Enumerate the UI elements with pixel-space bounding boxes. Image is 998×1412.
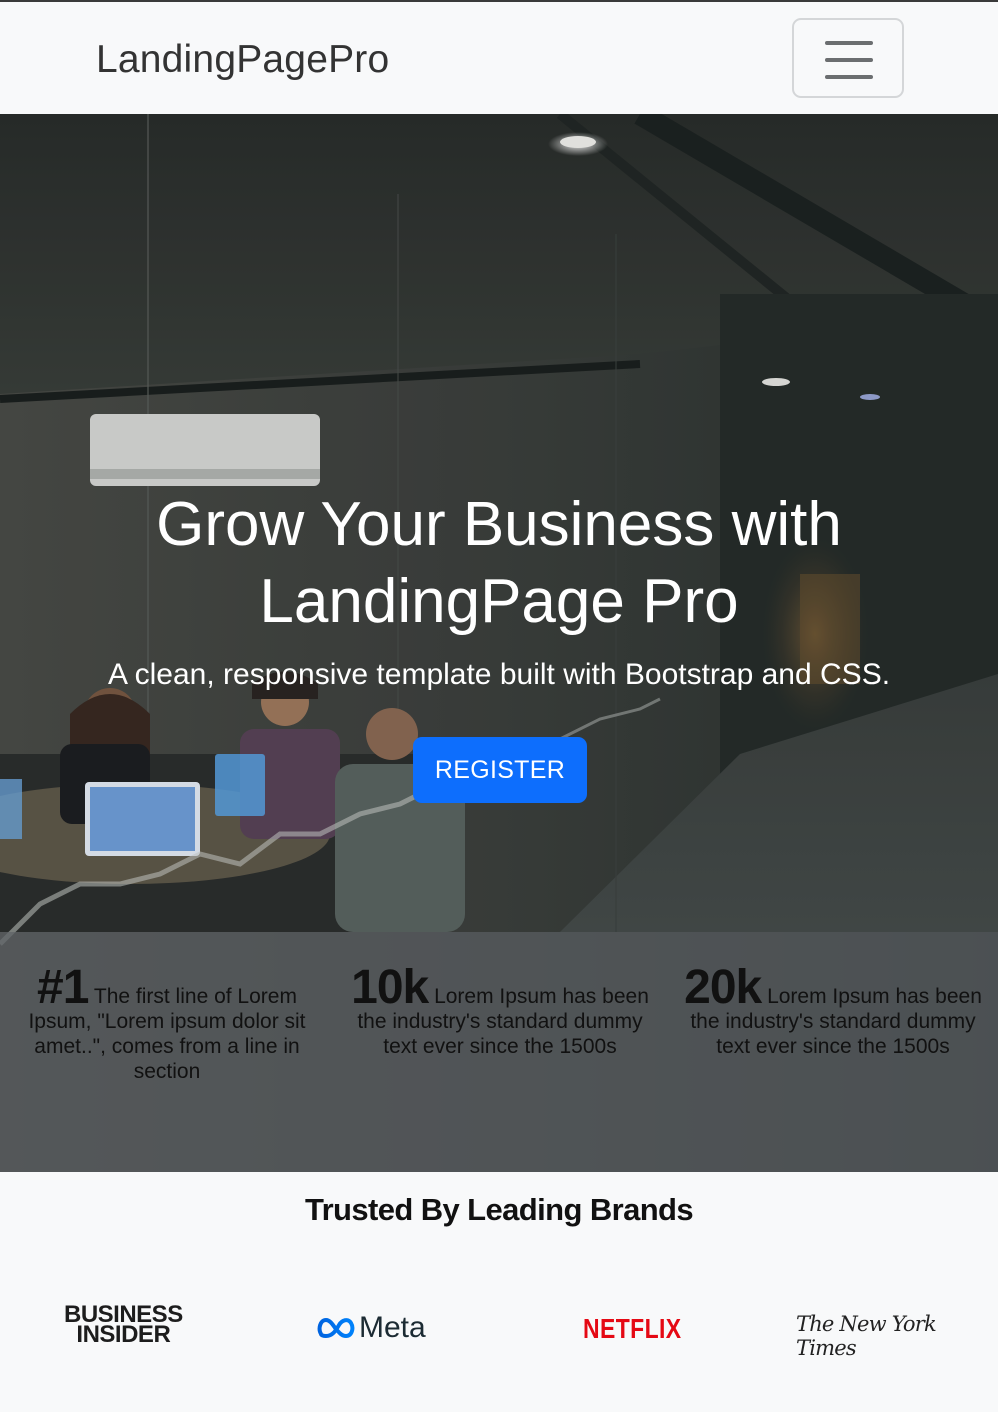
- stat-text-first: Lorem Ipsum has: [434, 985, 597, 1008]
- stat-item: 10k Lorem Ipsum has been the industry's …: [350, 964, 650, 1059]
- register-button[interactable]: REGISTER: [413, 737, 587, 803]
- hamburger-bar: [825, 58, 873, 62]
- meta-logo: Meta: [317, 1310, 426, 1346]
- page-frame: LandingPagePro Grow Your Business with L…: [0, 0, 998, 1412]
- netflix-logo: NETFLIX: [583, 1313, 682, 1344]
- hero-subtitle: A clean, responsive template built with …: [107, 658, 891, 691]
- meta-logo-text: Meta: [359, 1311, 426, 1344]
- business-insider-logo: BUSINESS INSIDER: [64, 1303, 183, 1348]
- stat-text-first: The first line of Lorem: [93, 985, 297, 1008]
- stat-value: 10k: [351, 961, 429, 1014]
- business-insider-line-2: INSIDER: [76, 1321, 171, 1348]
- meta-infinity-icon: [317, 1317, 355, 1339]
- brands-section-title: Trusted By Leading Brands: [304, 1192, 694, 1227]
- stat-text-rest: Ipsum, "Lorem ipsum dolor sit amet..", c…: [28, 1010, 306, 1083]
- stat-text-first: Lorem Ipsum has: [767, 985, 930, 1008]
- brand-logo[interactable]: LandingPagePro: [96, 38, 389, 82]
- stats-band: #1 The first line of Lorem Ipsum, "Lorem…: [0, 932, 998, 1172]
- hamburger-bar: [825, 75, 873, 79]
- hero-section: Grow Your Business with LandingPage Pro …: [0, 114, 998, 1172]
- hero-title-line-2: LandingPage Pro: [259, 567, 739, 636]
- new-york-times-logo: The New York Times: [796, 1312, 937, 1360]
- hero-title-line-1: Grow Your Business with: [156, 490, 842, 559]
- stat-value: 20k: [684, 961, 762, 1014]
- stat-item: 20k Lorem Ipsum has been the industry's …: [683, 964, 983, 1059]
- navbar: LandingPagePro: [0, 2, 998, 114]
- navbar-toggler-button[interactable]: [792, 18, 904, 98]
- hero-title: Grow Your Business with LandingPage Pro: [0, 486, 998, 640]
- hamburger-menu-icon: [825, 41, 873, 45]
- stat-value: #1: [37, 961, 89, 1014]
- stat-item: #1 The first line of Lorem Ipsum, "Lorem…: [17, 964, 317, 1084]
